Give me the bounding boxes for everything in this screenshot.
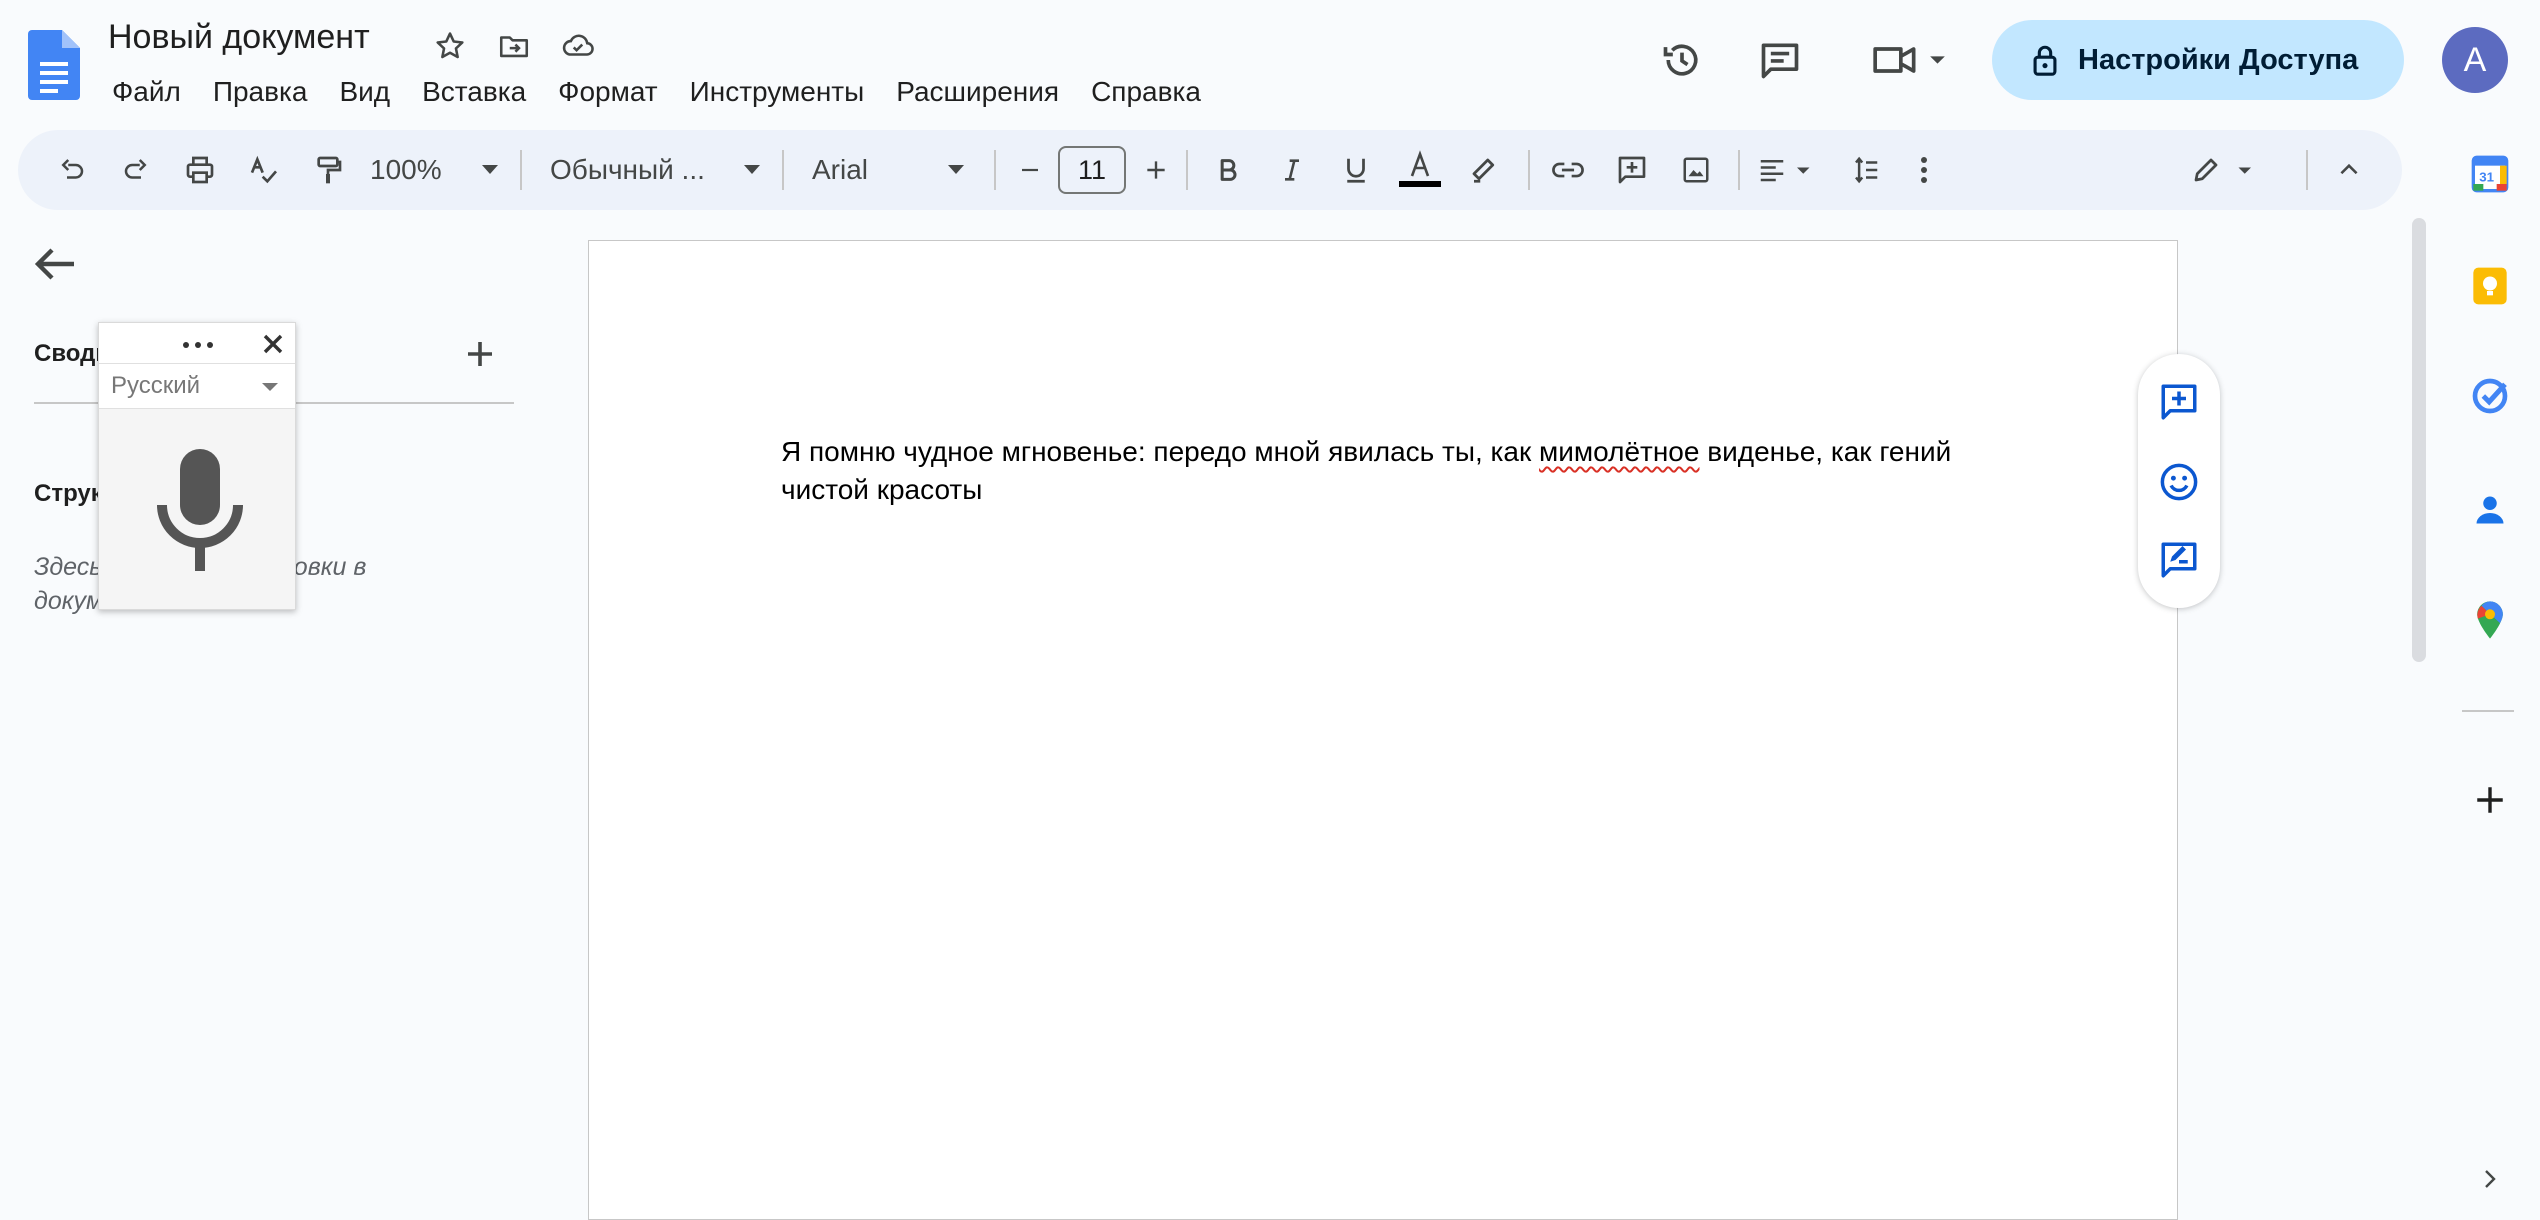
voice-typing-header[interactable]	[99, 323, 295, 363]
menu-tools[interactable]: Инструменты	[674, 76, 881, 108]
formatting-toolbar: 100% Обычный ... Arial 11	[18, 130, 2402, 210]
document-page[interactable]: Я помню чудное мгновенье: передо мной яв…	[588, 240, 2178, 1220]
share-button[interactable]: Настройки Доступа	[1992, 20, 2404, 100]
misspelled-word[interactable]: мимолётное	[1539, 436, 1699, 467]
voice-typing-widget: Русский	[98, 322, 296, 610]
text-segment: Я помню чудное мгновенье: передо мной яв…	[781, 436, 1540, 467]
underline-icon[interactable]	[1330, 142, 1382, 198]
insert-image-icon[interactable]	[1670, 142, 1722, 198]
paragraph-style-value: Обычный ...	[550, 154, 705, 185]
hide-menus-chevron-icon[interactable]	[2324, 142, 2374, 198]
font-value: Arial	[812, 154, 869, 185]
more-options-icon[interactable]	[1902, 142, 1946, 198]
chevron-right-icon[interactable]	[2466, 1158, 2514, 1200]
align-icon[interactable]	[1752, 142, 1822, 198]
drag-handle-icon[interactable]	[181, 341, 215, 349]
cloud-saved-icon[interactable]	[556, 24, 600, 68]
spellcheck-icon[interactable]	[240, 142, 288, 198]
voice-language-select[interactable]: Русский	[99, 363, 295, 409]
paint-format-icon[interactable]	[304, 142, 352, 198]
maps-icon[interactable]	[2466, 596, 2514, 644]
vertical-scrollbar[interactable]	[2412, 218, 2426, 662]
decrease-font-size-icon[interactable]	[1008, 142, 1052, 198]
toolbar-divider	[2306, 150, 2308, 190]
menu-extensions[interactable]: Расширения	[880, 76, 1075, 108]
zoom-value: 100%	[370, 154, 442, 185]
svg-text:31: 31	[2479, 170, 2494, 185]
docs-logo-icon[interactable]	[28, 30, 80, 100]
editing-mode-icon[interactable]	[2184, 142, 2268, 198]
zoom-dropdown-icon[interactable]	[470, 142, 510, 198]
font-select[interactable]: Arial	[812, 142, 952, 198]
menu-view[interactable]: Вид	[323, 76, 406, 108]
line-spacing-icon[interactable]	[1840, 142, 1892, 198]
toolbar-divider	[1738, 150, 1740, 190]
star-icon[interactable]	[428, 24, 472, 68]
toolbar-divider	[782, 150, 784, 190]
chevron-down-icon	[261, 382, 279, 392]
insert-link-icon[interactable]	[1542, 142, 1594, 198]
add-comment-icon[interactable]	[2155, 378, 2203, 426]
suggest-edits-icon[interactable]	[2155, 536, 2203, 584]
toolbar-divider	[1528, 150, 1530, 190]
voice-language-value: Русский	[111, 372, 201, 399]
floating-tools-panel	[2138, 354, 2220, 608]
menu-help[interactable]: Справка	[1075, 76, 1217, 108]
highlight-color-icon[interactable]	[1458, 142, 1510, 198]
keep-icon[interactable]	[2466, 262, 2514, 310]
style-dropdown-icon[interactable]	[732, 142, 772, 198]
add-summary-icon[interactable]	[462, 336, 498, 372]
undo-icon[interactable]	[48, 142, 96, 198]
comments-icon[interactable]	[1748, 28, 1812, 92]
font-size-input[interactable]: 11	[1058, 146, 1126, 194]
document-body-text[interactable]: Я помню чудное мгновенье: передо мной яв…	[781, 433, 2021, 509]
calendar-icon[interactable]: 31	[2466, 150, 2514, 198]
menu-edit[interactable]: Правка	[197, 76, 324, 108]
get-addons-plus-icon[interactable]	[2466, 776, 2514, 824]
lock-icon	[2030, 43, 2060, 77]
add-comment-icon[interactable]	[1606, 142, 1658, 198]
font-dropdown-icon[interactable]	[936, 142, 976, 198]
toolbar-divider	[1186, 150, 1188, 190]
meet-camera-icon[interactable]	[1860, 28, 1960, 92]
toolbar-divider	[520, 150, 522, 190]
italic-icon[interactable]	[1266, 142, 1318, 198]
increase-font-size-icon[interactable]	[1134, 142, 1178, 198]
text-color-icon[interactable]	[1394, 142, 1446, 198]
avatar[interactable]: A	[2442, 27, 2508, 93]
history-icon[interactable]	[1650, 28, 1714, 92]
paragraph-style-select[interactable]: Обычный ...	[550, 142, 730, 198]
menu-file[interactable]: Файл	[96, 76, 197, 108]
back-arrow-icon[interactable]	[30, 240, 82, 288]
microphone-icon[interactable]	[155, 447, 245, 571]
menu-insert[interactable]: Вставка	[406, 76, 542, 108]
redo-icon[interactable]	[112, 142, 160, 198]
share-button-label: Настройки Доступа	[2078, 43, 2359, 76]
divider	[2462, 710, 2514, 712]
emoji-reaction-icon[interactable]	[2155, 458, 2203, 506]
document-title[interactable]: Новый документ	[108, 18, 370, 57]
toolbar-divider	[994, 150, 996, 190]
close-icon[interactable]	[261, 332, 285, 356]
move-folder-icon[interactable]	[492, 24, 536, 68]
menu-bar: Файл Правка Вид Вставка Формат Инструмен…	[96, 70, 1217, 114]
print-icon[interactable]	[176, 142, 224, 198]
tasks-icon[interactable]	[2466, 372, 2514, 420]
bold-icon[interactable]	[1202, 142, 1254, 198]
contacts-icon[interactable]	[2466, 486, 2514, 534]
header: Новый документ Файл Правка Вид Вставка Ф…	[0, 0, 2540, 130]
menu-format[interactable]: Формат	[542, 76, 673, 108]
